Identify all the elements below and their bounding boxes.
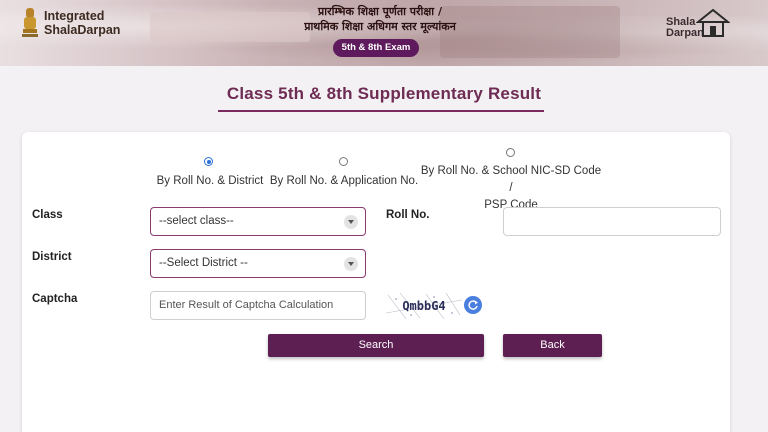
school-house-icon [696, 8, 730, 37]
captcha-text: QmbbG4 [402, 299, 445, 313]
back-button[interactable]: Back [503, 334, 602, 357]
refresh-icon [468, 300, 478, 310]
chevron-down-icon [344, 257, 358, 271]
exam-badge: 5th & 8th Exam [333, 39, 419, 57]
header-banner: Integrated ShalaDarpan प्रारम्भिक शिक्षा… [0, 0, 768, 66]
brand-line-1: Integrated [44, 9, 105, 23]
roll-no-input[interactable] [503, 207, 721, 236]
roll-no-label: Roll No. [386, 209, 430, 221]
radio-roll-district[interactable] [204, 157, 213, 166]
class-select-value: --select class-- [159, 215, 234, 227]
header-title: प्रारम्भिक शिक्षा पूर्णता परीक्षा / प्रा… [270, 4, 490, 34]
radio-roll-school-code-label-line-1: By Roll No. & School NIC-SD Code / [420, 165, 602, 194]
radio-roll-application-label[interactable]: By Roll No. & Application No. [264, 173, 424, 190]
radio-roll-application[interactable] [339, 157, 348, 166]
page-title: Class 5th & 8th Supplementary Result [226, 84, 542, 103]
shaladarpan-logo[interactable]: Shala Darpan [662, 8, 734, 42]
class-label: Class [32, 209, 63, 221]
brand-logo[interactable]: Integrated ShalaDarpan [20, 6, 120, 40]
header-title-line-1: प्रारम्भिक शिक्षा पूर्णता परीक्षा / [318, 5, 442, 18]
radio-roll-district-label[interactable]: By Roll No. & District [140, 173, 280, 190]
title-underline [218, 110, 544, 112]
brand-line-2: ShalaDarpan [44, 23, 121, 37]
national-emblem-icon [20, 6, 40, 40]
chevron-down-icon [344, 215, 358, 229]
header-title-line-2: प्राथमिक शिक्षा अधिगम स्तर मूल्यांकन [304, 20, 456, 33]
district-label: District [32, 251, 72, 263]
class-select[interactable]: --select class-- [150, 207, 366, 236]
refresh-captcha-button[interactable] [464, 296, 482, 314]
radio-roll-school-code[interactable] [506, 148, 515, 157]
search-button[interactable]: Search [268, 334, 484, 357]
captcha-label: Captcha [32, 293, 78, 305]
district-select[interactable]: --Select District -- [150, 249, 366, 278]
district-select-value: --Select District -- [159, 257, 248, 269]
captcha-input[interactable]: Enter Result of Captcha Calculation [150, 291, 366, 320]
captcha-image: QmbbG4 [386, 291, 462, 321]
